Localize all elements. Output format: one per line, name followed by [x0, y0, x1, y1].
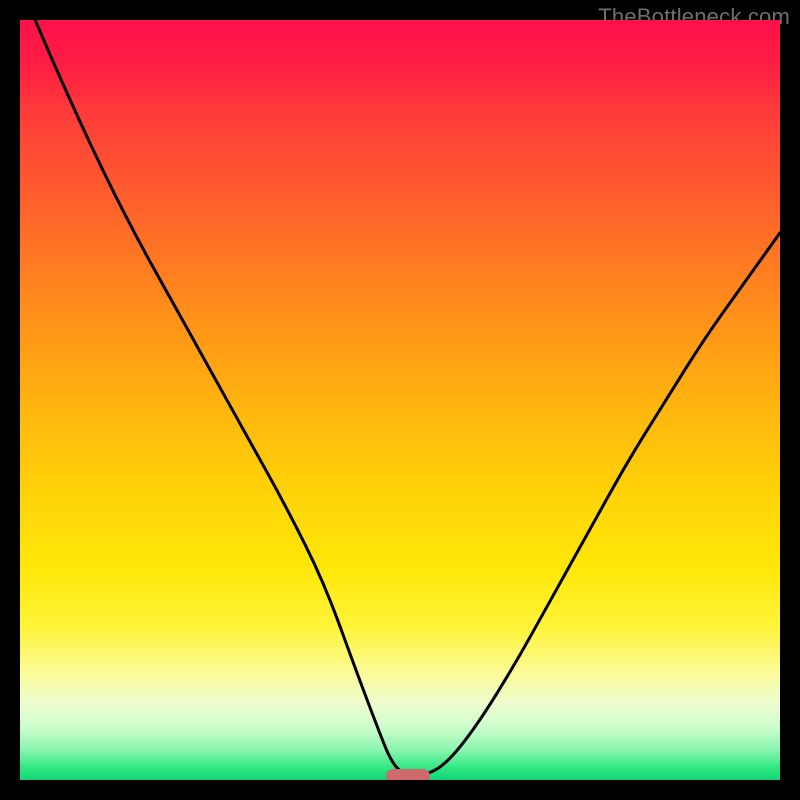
minimum-marker: [386, 769, 430, 780]
chart-stage: TheBottleneck.com: [0, 0, 800, 800]
plot-area: [20, 20, 780, 780]
curve-path: [35, 20, 780, 776]
bottleneck-curve: [20, 20, 780, 780]
